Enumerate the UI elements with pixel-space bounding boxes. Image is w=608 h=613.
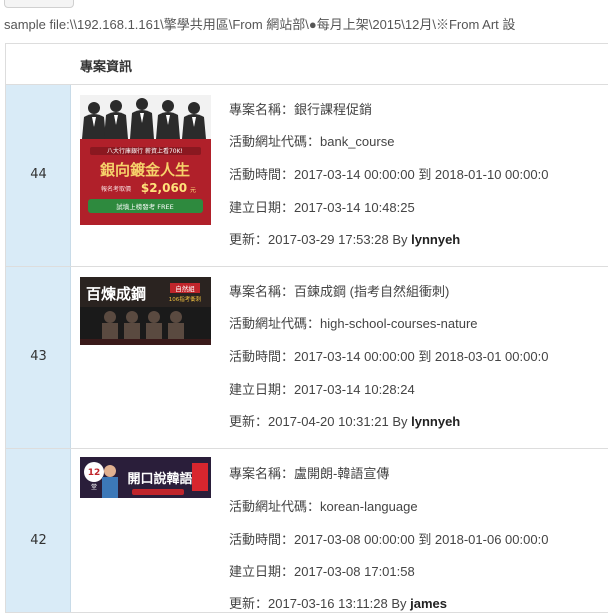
- table-row[interactable]: 44 八大行庫銀行 薪資上看70K! 銀向鍍金人生 報名考取價 $2,060 元…: [6, 85, 608, 267]
- project-table: 專案資訊 44 八大行庫銀行 薪資上看70K! 銀向鍍金人生 報名考取價 $2,…: [5, 43, 608, 613]
- project-updated: 更新：2017-04-20 10:31:21 By lynnyeh: [229, 411, 460, 430]
- project-time-range: 活動時間：2017-03-08 00:00:00 到 2018-01-06 00…: [229, 532, 549, 547]
- banner-thumbnail[interactable]: 百煉成鋼 自然組 106指考衝刺: [80, 277, 211, 345]
- banner-thumbnail[interactable]: 12 堂 開口說韓語: [80, 457, 211, 498]
- bank-banner-image: 八大行庫銀行 薪資上看70K! 銀向鍍金人生 報名考取價 $2,060 元 試填…: [80, 95, 211, 225]
- svg-text:堂: 堂: [91, 483, 97, 491]
- table-row[interactable]: 42 12 堂 開口說韓語 專案名稱：盧開朗-韓語宣傳 活動網址代碼：korea…: [6, 449, 608, 612]
- svg-text:開口說韓語: 開口說韓語: [127, 471, 192, 487]
- svg-text:元: 元: [190, 187, 196, 194]
- column-header-details: 專案資訊: [80, 60, 133, 75]
- row-id: 44: [30, 167, 47, 182]
- id-cell: 44: [6, 85, 71, 266]
- project-updated: 更新：2017-03-29 17:53:28 By lynnyeh: [229, 229, 460, 248]
- svg-text:$2,060: $2,060: [141, 181, 187, 195]
- svg-text:報名考取價: 報名考取價: [101, 185, 131, 193]
- svg-text:銀向鍍金人生: 銀向鍍金人生: [100, 161, 190, 179]
- row-details: 百煉成鋼 自然組 106指考衝刺 專案名稱：百鍊成鋼 (指考自然組衝刺) 活動網…: [71, 267, 608, 448]
- table-header: 專案資訊: [6, 44, 608, 85]
- project-name: 專案名稱：銀行課程促銷: [229, 102, 373, 117]
- exam-banner-image: 百煉成鋼 自然組 106指考衝刺: [80, 277, 211, 345]
- svg-text:八大行庫銀行 薪資上看70K!: 八大行庫銀行 薪資上看70K!: [107, 147, 183, 155]
- korean-banner-image: 12 堂 開口說韓語: [80, 457, 211, 498]
- id-cell: 43: [6, 267, 71, 448]
- svg-text:12: 12: [88, 468, 101, 478]
- project-created-date: 建立日期：2017-03-08 17:01:58: [229, 564, 415, 579]
- updated-text: 更新：2017-03-16 13:11:28 By: [229, 596, 411, 611]
- updated-text: 更新：2017-04-20 10:31:21 By: [229, 414, 412, 429]
- svg-text:試填上榜發考 FREE: 試填上榜發考 FREE: [116, 202, 174, 211]
- row-details: 12 堂 開口說韓語 專案名稱：盧開朗-韓語宣傳 活動網址代碼：korean-l…: [71, 449, 608, 612]
- project-created-date: 建立日期：2017-03-14 10:28:24: [229, 382, 415, 397]
- project-time-range: 活動時間：2017-03-14 00:00:00 到 2018-01-10 00…: [229, 167, 549, 182]
- banner-thumbnail[interactable]: 八大行庫銀行 薪資上看70K! 銀向鍍金人生 報名考取價 $2,060 元 試填…: [80, 95, 211, 225]
- project-url-code: 活動網址代碼：korean-language: [229, 499, 418, 514]
- project-name: 專案名稱：百鍊成鋼 (指考自然組衝刺): [229, 284, 450, 299]
- table-row[interactable]: 43 百煉成鋼 自然組 106指考衝刺 專案名稱：百鍊成鋼 (指考自然組衝刺) …: [6, 267, 608, 449]
- svg-text:百煉成鋼: 百煉成鋼: [86, 285, 146, 303]
- id-cell: 42: [6, 449, 71, 612]
- project-url-code: 活動網址代碼：bank_course: [229, 134, 395, 149]
- updated-text: 更新：2017-03-29 17:53:28 By: [229, 232, 412, 247]
- updated-by-user: james: [410, 596, 448, 611]
- project-created-date: 建立日期：2017-03-14 10:48:25: [229, 200, 415, 215]
- updated-by-user: lynnyeh: [411, 414, 461, 429]
- svg-text:自然組: 自然組: [175, 284, 195, 293]
- svg-text:106指考衝刺: 106指考衝刺: [169, 295, 202, 303]
- project-time-range: 活動時間：2017-03-14 00:00:00 到 2018-03-01 00…: [229, 349, 549, 364]
- row-details: 八大行庫銀行 薪資上看70K! 銀向鍍金人生 報名考取價 $2,060 元 試填…: [71, 85, 608, 266]
- project-updated: 更新：2017-03-16 13:11:28 By james: [229, 593, 447, 612]
- row-id: 42: [30, 533, 47, 548]
- sample-file-path: sample file:\\192.168.1.161\擎學共用區\From 網…: [4, 17, 516, 32]
- row-id: 43: [30, 349, 47, 364]
- project-url-code: 活動網址代碼：high-school-courses-nature: [229, 316, 478, 331]
- updated-by-user: lynnyeh: [411, 232, 461, 247]
- top-toolbar: [0, 0, 608, 8]
- top-tab[interactable]: [4, 0, 74, 8]
- project-name: 專案名稱：盧開朗-韓語宣傳: [229, 466, 390, 481]
